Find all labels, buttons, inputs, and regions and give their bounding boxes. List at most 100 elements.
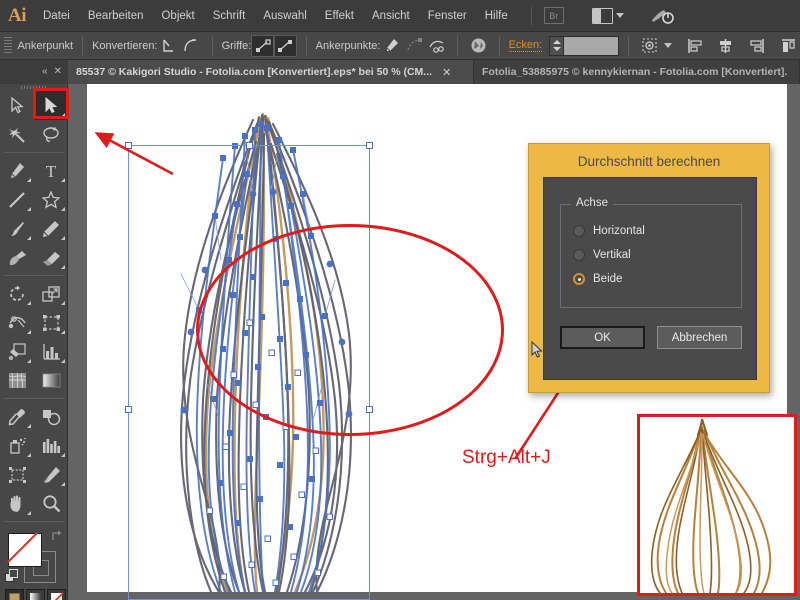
radio-beide[interactable] [573,273,585,285]
tab-document-1[interactable]: 85537 © Kakigori Studio - Fotolia.com [K… [68,60,474,84]
magic-wand-tool[interactable] [0,120,34,149]
menu-ansicht[interactable]: Ansicht [363,0,419,32]
menu-fenster[interactable]: Fenster [419,0,476,32]
align-top-icon[interactable] [777,35,800,57]
annotation-box-direct-selection-tool [33,88,69,119]
stepper-up-icon[interactable] [553,40,561,44]
pencil-tool[interactable] [34,214,68,243]
zoom-tool[interactable] [34,489,68,518]
hand-tool[interactable] [0,489,34,518]
tool-flyout-corner-icon [27,511,31,515]
line-segment-tool[interactable] [0,185,34,214]
document-tab-bar: « ✕ 85537 © Kakigori Studio - Fotolia.co… [0,60,800,84]
radio-horizontal[interactable] [573,225,585,237]
tab-document-2[interactable]: Fotolia_53885975 © kennykiernan - Fotoli… [474,60,800,84]
convert-to-smooth-icon[interactable] [180,35,203,57]
radio-row-vertikal[interactable]: Vertikal [561,243,741,267]
menu-datei[interactable]: Datei [34,0,79,32]
close-panel-icon[interactable]: ✕ [54,67,62,77]
align-right-icon[interactable] [745,35,768,57]
cb-divider-5 [499,36,500,56]
color-swatch-button[interactable] [5,589,24,600]
mesh-tool[interactable] [0,366,34,395]
eraser-tool[interactable] [34,243,68,272]
tool-flyout-corner-icon [61,330,65,334]
color-swatch-preview [9,593,20,600]
rotate-tool[interactable] [0,279,34,308]
menu-hilfe[interactable]: Hilfe [476,0,517,32]
radio-vertikal[interactable] [573,249,585,261]
corners-label: Ecken: [509,39,543,52]
tab-document-1-close-icon[interactable]: ✕ [442,66,451,79]
shape-builder-tool[interactable] [0,337,34,366]
blend-tool[interactable] [34,402,68,431]
svg-text:T: T [46,162,57,179]
gradient-tool[interactable] [34,366,68,395]
none-swatch-button[interactable] [47,589,66,600]
dialog-title: Durchschnitt berechnen [529,144,769,178]
cut-path-icon[interactable] [426,35,449,57]
isolate-selected-icon[interactable] [467,35,490,57]
menu-objekt[interactable]: Objekt [152,0,203,32]
arrange-documents-icon[interactable] [592,8,624,24]
star-shape-tool[interactable] [34,185,68,214]
cancel-button[interactable]: Abbrechen [657,326,742,349]
axis-fieldset-legend: Achse [571,197,613,209]
axis-fieldset: Achse Horizontal Vertikal Beide [560,204,742,308]
menu-schrift[interactable]: Schrift [204,0,255,32]
rocket-launch-icon[interactable] [650,7,674,25]
corner-widget-icon[interactable] [638,35,661,57]
remove-anchor-icon[interactable] [403,35,426,57]
average-dialog[interactable]: Durchschnitt berechnen Achse Horizontal … [528,143,770,393]
tools-divider-2 [4,275,64,276]
radio-row-horizontal[interactable]: Horizontal [561,219,741,243]
graph-tool[interactable] [34,431,68,460]
hide-handles-icon[interactable] [274,35,297,57]
control-bar-grip[interactable] [4,37,12,55]
stepper-arrows[interactable] [549,36,563,56]
swap-fill-stroke-icon[interactable] [50,529,64,546]
collapse-panel-icon[interactable]: « [42,67,48,77]
symbol-sprayer-tool[interactable] [0,431,34,460]
slice-tool[interactable] [34,460,68,489]
default-fill-stroke-icon[interactable] [5,569,19,588]
free-transform-tool[interactable] [34,308,68,337]
arrange-box-glyph [592,8,613,24]
fill-swatch[interactable] [8,533,42,567]
radio-row-beide[interactable]: Beide [561,267,741,291]
show-handles-icon[interactable] [251,35,274,57]
cb-divider-4 [457,36,458,56]
pen-add-anchor-icon[interactable] [380,35,403,57]
lasso-tool[interactable] [34,120,68,149]
corners-value-field[interactable] [563,36,619,56]
blob-brush-tool[interactable] [0,243,34,272]
pen-tool[interactable] [0,156,34,185]
column-graph-tool[interactable] [34,337,68,366]
menu-auswahl[interactable]: Auswahl [254,0,315,32]
bridge-icon[interactable]: Br [544,7,564,24]
corner-widget-chevron-icon[interactable] [664,43,672,48]
convert-to-corner-icon[interactable] [158,35,181,57]
color-controls [0,529,68,600]
ok-button[interactable]: OK [560,326,645,349]
tool-flyout-corner-icon [27,424,31,428]
gradient-swatch-button[interactable] [26,589,45,600]
align-left-icon[interactable] [684,35,707,57]
convert-label: Konvertieren: [92,40,157,52]
tool-flyout-corner-icon [27,236,31,240]
menu-bearbeiten[interactable]: Bearbeiten [79,0,153,32]
align-horizontal-center-icon[interactable] [714,35,737,57]
width-tool[interactable] [0,308,34,337]
stepper-down-icon[interactable] [553,47,561,51]
selection-tool[interactable] [0,91,34,120]
type-tool[interactable]: T [34,156,68,185]
artboard-tool[interactable] [0,460,34,489]
tool-flyout-corner-icon [61,482,65,486]
tools-grid: T [0,91,68,525]
corners-stepper[interactable] [549,36,619,56]
anchor-point-label: Ankerpunkt [17,40,73,52]
menu-effekt[interactable]: Effekt [316,0,363,32]
scale-tool[interactable] [34,279,68,308]
paintbrush-tool[interactable] [0,214,34,243]
eyedropper-tool[interactable] [0,402,34,431]
